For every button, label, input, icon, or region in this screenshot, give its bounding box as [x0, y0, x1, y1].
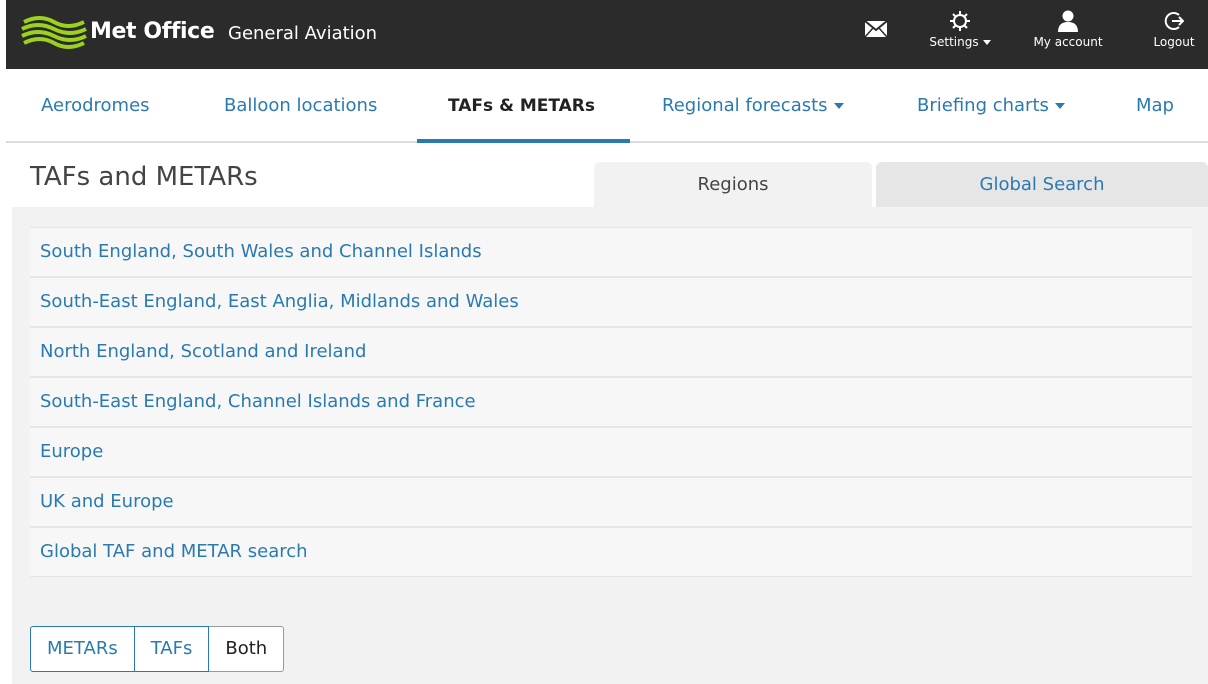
chevron-down-icon: [982, 40, 991, 45]
settings-button[interactable]: Settings: [918, 10, 1002, 62]
messages-button[interactable]: [856, 20, 896, 72]
region-link[interactable]: North England, Scotland and Ireland: [30, 327, 1192, 377]
nav-item-tafs-metars[interactable]: TAFs & METARs: [448, 69, 595, 143]
page-title: TAFs and METARs: [30, 162, 258, 192]
chevron-down-icon: [833, 103, 844, 109]
region-link[interactable]: Europe: [30, 427, 1192, 477]
top-bar: Met Office General Aviation Settings My …: [6, 0, 1208, 69]
chevron-down-icon: [1054, 103, 1065, 109]
gear-icon: [950, 11, 970, 31]
both-button[interactable]: Both: [209, 626, 285, 672]
tab-global-search[interactable]: Global Search: [876, 162, 1208, 208]
mail-icon: [864, 20, 888, 38]
settings-label: Settings: [929, 35, 979, 49]
brand-subtitle[interactable]: General Aviation: [228, 23, 377, 44]
tafs-button[interactable]: TAFs: [134, 626, 210, 672]
nav-item-balloon-locations[interactable]: Balloon locations: [224, 69, 377, 143]
logout-label: Logout: [1153, 35, 1195, 49]
region-link[interactable]: South-East England, Channel Islands and …: [30, 377, 1192, 427]
region-link[interactable]: South-East England, East Anglia, Midland…: [30, 277, 1192, 327]
logout-icon: [1164, 12, 1184, 30]
nav-item-aerodromes[interactable]: Aerodromes: [41, 69, 150, 143]
nav-item-briefing-charts[interactable]: Briefing charts: [917, 69, 1065, 143]
regions-panel: South England, South Wales and Channel I…: [12, 207, 1208, 684]
my-account-button[interactable]: My account: [1022, 10, 1114, 62]
region-link[interactable]: Global TAF and METAR search: [30, 527, 1192, 577]
met-office-logo-icon[interactable]: [20, 12, 88, 52]
nav-item-label: Regional forecasts: [662, 95, 828, 116]
active-nav-indicator: [417, 139, 630, 143]
nav-item-map[interactable]: Map: [1136, 69, 1174, 143]
main-nav: Aerodromes Balloon locations TAFs & META…: [6, 69, 1208, 143]
metars-button[interactable]: METARs: [30, 626, 135, 672]
logout-button[interactable]: Logout: [1146, 10, 1202, 62]
report-type-toggle: METARs TAFs Both: [30, 626, 285, 672]
region-list: South England, South Wales and Channel I…: [30, 227, 1192, 577]
my-account-label: My account: [1033, 35, 1103, 49]
region-link[interactable]: South England, South Wales and Channel I…: [30, 227, 1192, 277]
nav-item-label: Briefing charts: [917, 95, 1049, 116]
region-link[interactable]: UK and Europe: [30, 477, 1192, 527]
brand-name[interactable]: Met Office: [90, 19, 215, 44]
tab-regions[interactable]: Regions: [594, 162, 872, 208]
user-icon: [1058, 10, 1078, 32]
nav-item-regional-forecasts[interactable]: Regional forecasts: [662, 69, 844, 143]
